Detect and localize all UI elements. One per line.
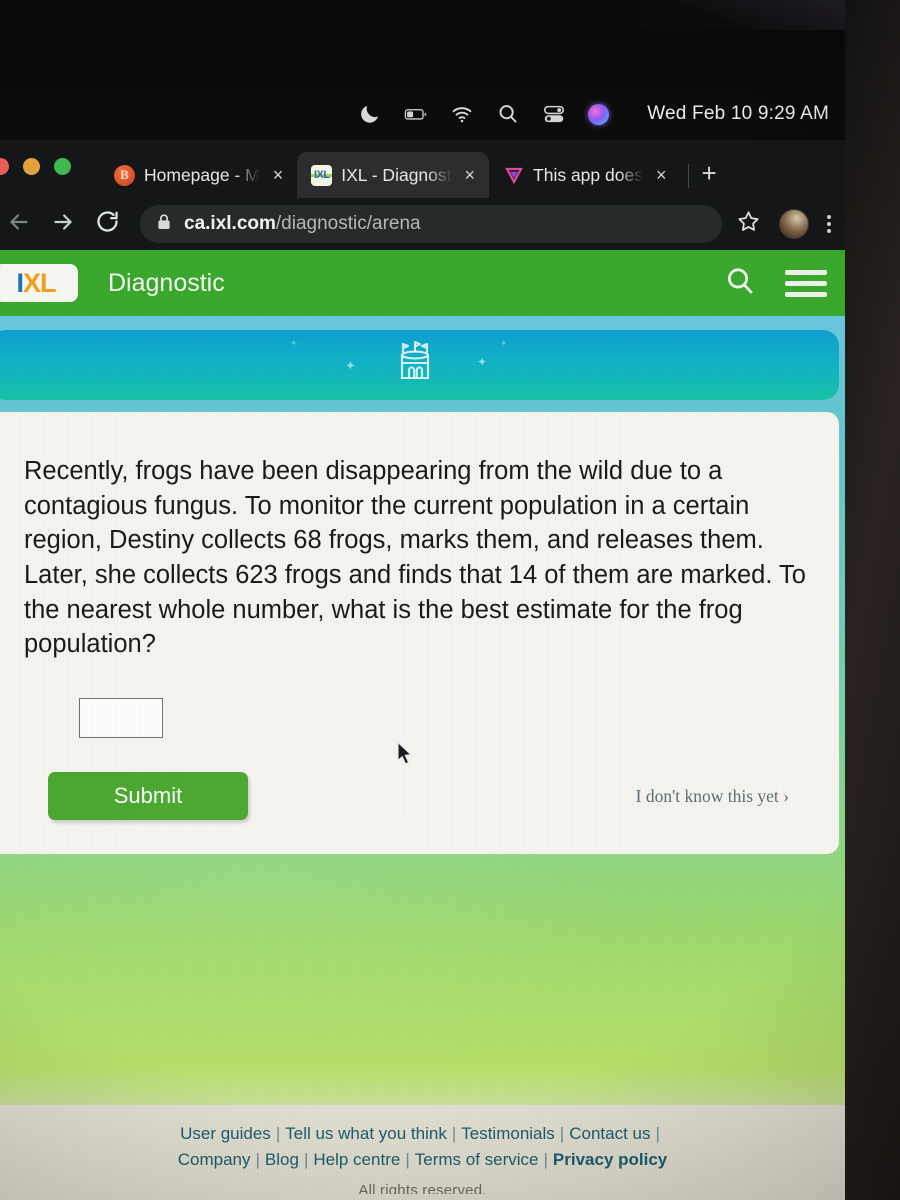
vector-v-icon [503, 165, 524, 186]
tab-title: This app does [533, 164, 643, 185]
answer-input[interactable] [79, 698, 163, 739]
tab-title: IXL - Diagnost [341, 164, 452, 185]
url-domain: ca.ixl.com [184, 213, 276, 234]
site-search-icon[interactable] [723, 264, 757, 303]
browser-tab-this-app[interactable]: This app does × [489, 152, 680, 198]
macos-menu-bar: Wed Feb 10 9:29 AM [0, 88, 845, 140]
sparkle-icon: ✦ [477, 355, 488, 369]
sparkle-icon: ✦ [345, 358, 356, 373]
footer-link-testimonials[interactable]: Testimonials [461, 1124, 555, 1143]
tab-strip: B Homepage - M × IXL IXL - Diagnost × Th… [0, 140, 845, 198]
answer-input-field[interactable] [80, 699, 162, 738]
reload-button[interactable] [92, 208, 122, 240]
close-tab-icon[interactable]: × [461, 164, 480, 186]
footer-link-tell-us[interactable]: Tell us what you think [285, 1124, 447, 1143]
moon-icon[interactable] [358, 102, 382, 126]
footer-separator: | [255, 1149, 260, 1169]
hamburger-menu-icon[interactable] [785, 269, 827, 297]
browser-chrome: B Homepage - M × IXL IXL - Diagnost × Th… [0, 140, 845, 250]
kebab-menu-icon[interactable] [827, 215, 831, 233]
siri-icon[interactable] [588, 103, 610, 125]
submit-button[interactable]: Submit [48, 772, 248, 821]
footer-separator: | [655, 1124, 660, 1143]
control-center-icon[interactable] [542, 102, 566, 126]
footer-link-contact-us[interactable]: Contact us [569, 1124, 650, 1143]
browser-tab-ixl-diagnostic[interactable]: IXL IXL - Diagnost × [297, 152, 490, 198]
footer-link-user-guides[interactable]: User guides [180, 1124, 271, 1143]
ixl-page: I XL Diagnostic ✦ ✦ ✦ ✦ Recently, frogs … [0, 250, 845, 1200]
arena-banner: ✦ ✦ ✦ ✦ [0, 330, 839, 400]
card-actions: Submit I don't know this yet › [24, 772, 811, 821]
logo-letters-xl: XL [23, 267, 57, 298]
footer-separator: | [559, 1124, 565, 1143]
site-header: I XL Diagnostic [0, 250, 845, 316]
site-footer: User guides | Tell us what you think | Testi… [0, 1105, 845, 1200]
footer-link-terms-of-service[interactable]: Terms of service [415, 1150, 539, 1169]
sparkle-icon: ✦ [500, 338, 508, 348]
close-tab-icon[interactable]: × [269, 164, 288, 186]
footer-link-company[interactable]: Company [178, 1150, 251, 1169]
footer-copyright: All rights reserved. [358, 1182, 487, 1194]
close-window-button[interactable] [0, 158, 9, 175]
forward-button[interactable] [48, 209, 78, 240]
sparkle-icon: ✦ [290, 338, 298, 348]
url-text: ca.ixl.com/diagnostic/arena [184, 213, 421, 235]
back-button[interactable] [4, 209, 34, 240]
page-title: Diagnostic [108, 268, 225, 297]
footer-row-top: User guides | Tell us what you think | Testi… [0, 1105, 845, 1147]
footer-separator: | [451, 1124, 457, 1143]
window-traffic-lights [0, 158, 71, 175]
browser-tab-homepage[interactable]: B Homepage - M × [100, 152, 297, 198]
bookmark-star-icon[interactable] [736, 209, 761, 239]
close-tab-icon[interactable]: × [652, 164, 671, 186]
menu-bar-clock[interactable]: Wed Feb 10 9:29 AM [647, 103, 829, 125]
mouse-cursor [396, 741, 416, 774]
avatar[interactable] [779, 209, 809, 239]
footer-row-bottom: Company | Blog | Help centre | Terms of servic… [0, 1147, 845, 1173]
new-tab-button[interactable]: + [701, 160, 716, 198]
laptop-bezel-right [845, 0, 900, 1200]
footer-separator: | [275, 1124, 281, 1143]
tab-divider [688, 164, 690, 188]
browser-toolbar: ca.ixl.com/diagnostic/arena [0, 198, 845, 250]
dont-know-link[interactable]: I don't know this yet › [636, 786, 789, 807]
question-text: Recently, frogs have been disappearing f… [24, 457, 806, 659]
footer-link-help-centre[interactable]: Help centre [313, 1150, 400, 1169]
footer-link-privacy-policy[interactable]: Privacy policy [553, 1150, 667, 1169]
question-card: Recently, frogs have been disappearing f… [0, 412, 839, 855]
battery-icon[interactable] [404, 102, 428, 126]
zoom-window-button[interactable] [54, 158, 71, 175]
url-path: /diagnostic/arena [275, 213, 421, 234]
footer-separator: | [543, 1149, 548, 1169]
ixl-logo[interactable]: I XL [0, 264, 78, 302]
footer-link-blog[interactable]: Blog [265, 1150, 299, 1169]
search-icon[interactable] [496, 102, 520, 126]
lock-icon [156, 213, 172, 236]
footer-separator: | [303, 1149, 309, 1169]
arena-castle-icon [389, 338, 441, 393]
minimize-window-button[interactable] [23, 158, 40, 175]
footer-separator: | [405, 1149, 410, 1169]
laptop-screen-photo: Wed Feb 10 9:29 AM B Homepage - M × IXL … [0, 0, 900, 1200]
brightspace-icon: B [114, 164, 135, 186]
ixl-icon: IXL [311, 164, 333, 186]
tab-title: Homepage - M [144, 164, 260, 185]
address-bar[interactable]: ca.ixl.com/diagnostic/arena [140, 205, 722, 243]
laptop-bezel-top [0, 0, 900, 88]
wifi-icon[interactable] [450, 102, 474, 126]
